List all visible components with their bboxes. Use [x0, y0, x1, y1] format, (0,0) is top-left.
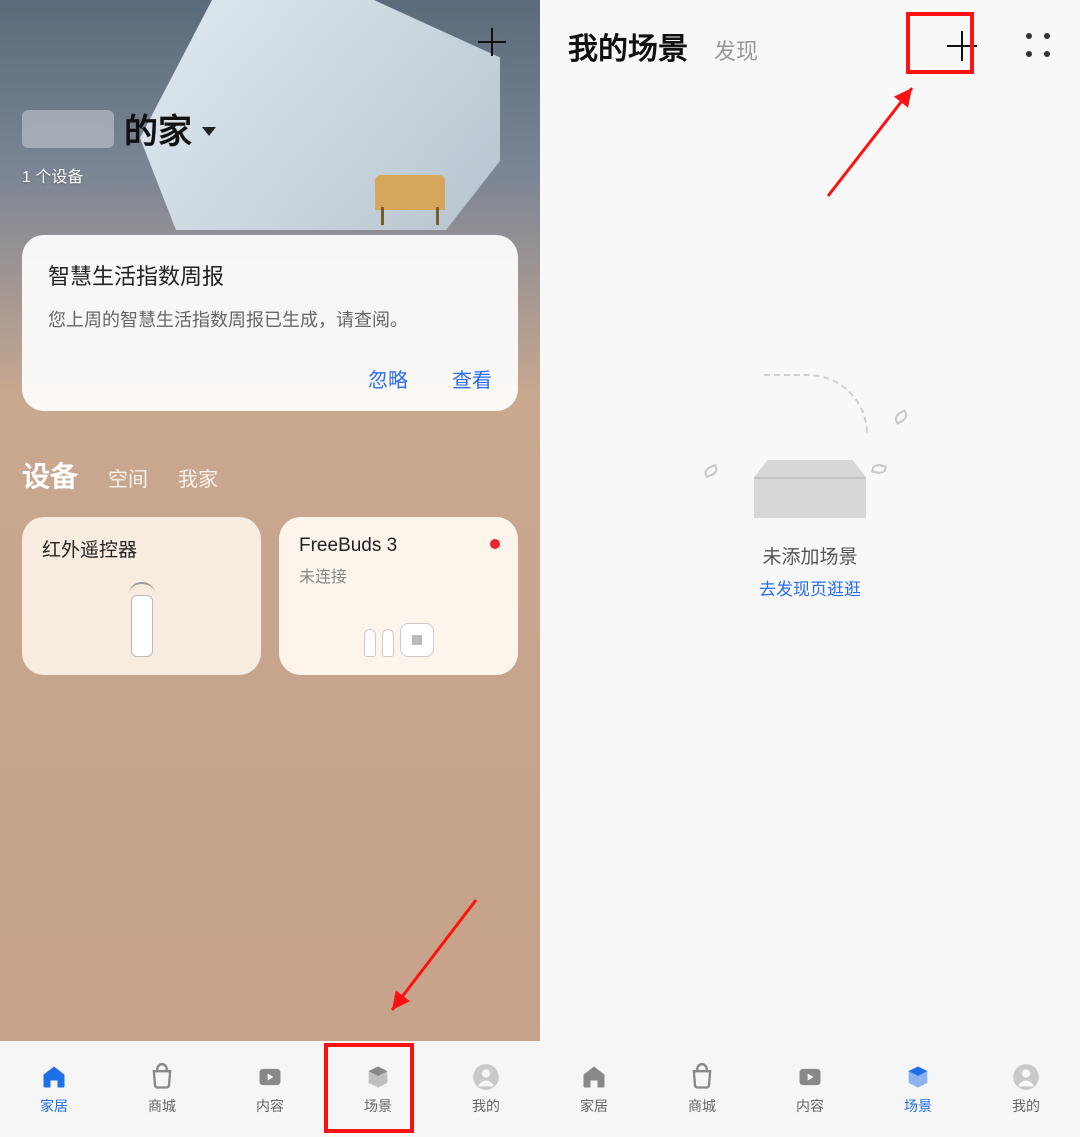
nav-label: 内容	[796, 1096, 824, 1116]
device-grid: 红外遥控器 FreeBuds 3 未连接	[22, 517, 518, 675]
scenes-screen: 我的场景 发现 未添加场景 去发现页逛逛 家居 商城 内容	[540, 0, 1080, 1137]
nav-shop[interactable]: 商城	[122, 1062, 202, 1116]
cube-icon	[363, 1062, 393, 1092]
add-device-button[interactable]	[474, 24, 510, 60]
section-tabs: 设备 空间 我家	[22, 455, 518, 495]
nav-label: 场景	[364, 1096, 392, 1116]
device-card-ir-remote[interactable]: 红外遥控器	[22, 517, 261, 675]
scenes-header: 我的场景 发现	[540, 0, 1080, 68]
nav-label: 家居	[580, 1096, 608, 1116]
home-title-suffix: 的家	[124, 104, 192, 153]
grid-menu-button[interactable]	[1026, 33, 1052, 59]
device-name: FreeBuds 3	[299, 535, 498, 557]
dot-icon	[1026, 51, 1032, 57]
report-title: 智慧生活指数周报	[48, 259, 492, 291]
view-button[interactable]: 查看	[452, 364, 492, 393]
play-icon	[255, 1062, 285, 1092]
nav-content[interactable]: 内容	[770, 1062, 850, 1116]
weekly-report-card[interactable]: 智慧生活指数周报 您上周的智慧生活指数周报已生成，请查阅。 忽略 查看	[22, 235, 518, 411]
tab-space[interactable]: 空间	[108, 463, 148, 492]
home-selector[interactable]: 的家	[22, 104, 518, 153]
nav-label: 商城	[688, 1096, 716, 1116]
nav-label: 我的	[472, 1096, 500, 1116]
bottom-navbar: 家居 商城 内容 场景 我的	[540, 1041, 1080, 1137]
nav-shop[interactable]: 商城	[662, 1062, 742, 1116]
tab-devices[interactable]: 设备	[22, 455, 78, 495]
home-icon	[39, 1062, 69, 1092]
person-icon	[1011, 1062, 1041, 1092]
home-icon	[579, 1062, 609, 1092]
device-card-freebuds[interactable]: FreeBuds 3 未连接	[279, 517, 518, 675]
bottom-navbar: 家居 商城 内容 场景 我的	[0, 1041, 540, 1137]
person-icon	[471, 1062, 501, 1092]
dot-icon	[1044, 51, 1050, 57]
nav-home[interactable]: 家居	[14, 1062, 94, 1116]
status-dot-icon	[490, 539, 500, 549]
play-icon	[795, 1062, 825, 1092]
tab-my-home[interactable]: 我家	[178, 463, 218, 492]
nav-label: 我的	[1012, 1096, 1040, 1116]
empty-state: 未添加场景 去发现页逛逛	[540, 68, 1080, 1041]
discover-link[interactable]: 去发现页逛逛	[759, 575, 861, 600]
device-count: 1 个设备	[22, 163, 518, 187]
nav-label: 商城	[148, 1096, 176, 1116]
empty-title: 未添加场景	[762, 542, 857, 569]
nav-profile[interactable]: 我的	[986, 1062, 1066, 1116]
nav-home[interactable]: 家居	[554, 1062, 634, 1116]
device-name: 红外遥控器	[42, 535, 241, 562]
tab-my-scenes[interactable]: 我的场景	[568, 24, 688, 68]
cube-icon	[903, 1062, 933, 1092]
home-content: 的家 1 个设备 智慧生活指数周报 您上周的智慧生活指数周报已生成，请查阅。 忽…	[0, 0, 540, 1041]
report-description: 您上周的智慧生活指数周报已生成，请查阅。	[48, 307, 492, 334]
nav-scene[interactable]: 场景	[338, 1062, 418, 1116]
dot-icon	[1026, 33, 1032, 39]
nav-scene[interactable]: 场景	[878, 1062, 958, 1116]
ignore-button[interactable]: 忽略	[368, 364, 408, 393]
dot-icon	[1044, 33, 1050, 39]
shop-icon	[687, 1062, 717, 1092]
nav-profile[interactable]: 我的	[446, 1062, 526, 1116]
add-scene-button[interactable]	[944, 28, 980, 64]
empty-illustration	[740, 408, 880, 518]
nav-label: 内容	[256, 1096, 284, 1116]
earbuds-icon	[364, 623, 434, 657]
shop-icon	[147, 1062, 177, 1092]
home-name-redacted	[22, 110, 114, 148]
ir-remote-icon	[131, 595, 153, 657]
nav-label: 场景	[904, 1096, 932, 1116]
chevron-down-icon	[202, 127, 216, 136]
nav-label: 家居	[40, 1096, 68, 1116]
nav-content[interactable]: 内容	[230, 1062, 310, 1116]
tab-discover[interactable]: 发现	[714, 34, 758, 66]
device-status-text: 未连接	[299, 563, 498, 587]
home-screen: 的家 1 个设备 智慧生活指数周报 您上周的智慧生活指数周报已生成，请查阅。 忽…	[0, 0, 540, 1137]
